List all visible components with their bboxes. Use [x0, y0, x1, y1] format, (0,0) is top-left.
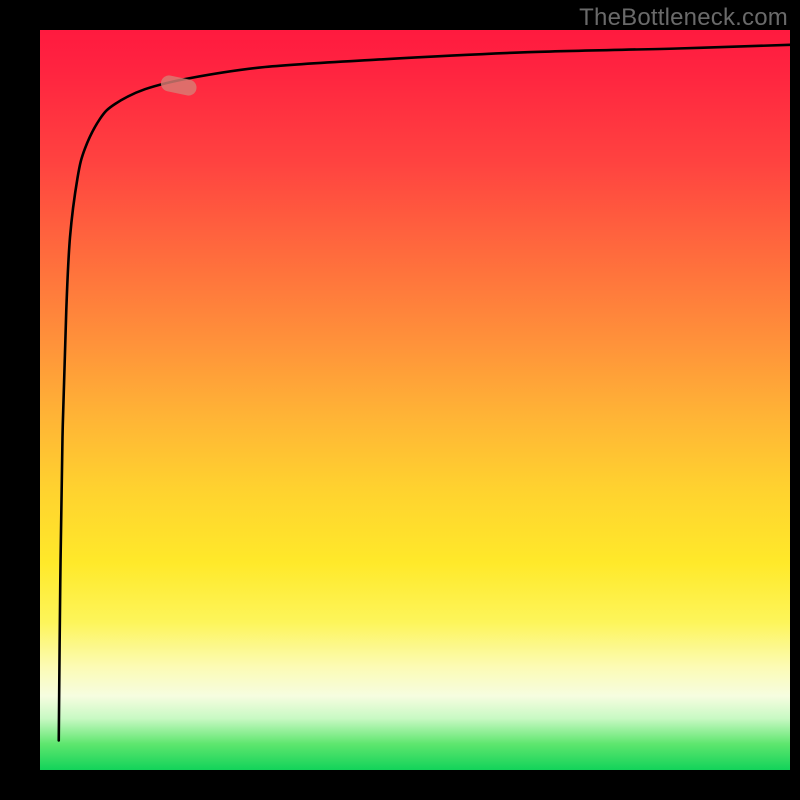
chart-svg — [40, 30, 790, 770]
chart-curve — [59, 45, 790, 741]
watermark-text: TheBottleneck.com — [579, 4, 788, 32]
chart-plot-area — [40, 30, 790, 770]
